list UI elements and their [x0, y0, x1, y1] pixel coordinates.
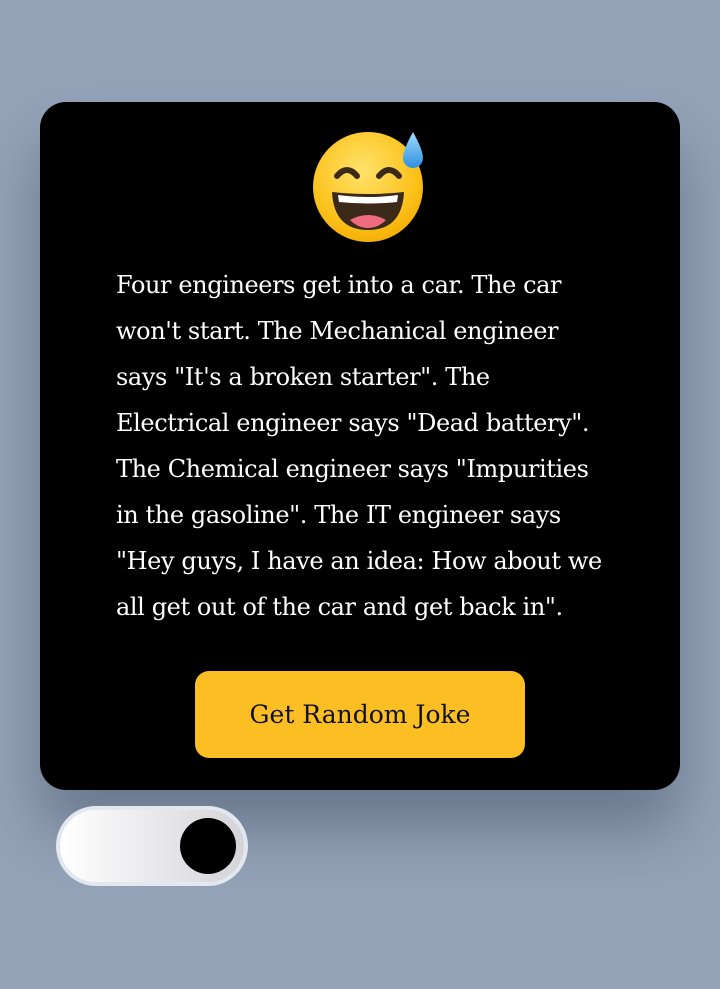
theme-toggle-switch[interactable] — [56, 806, 248, 886]
grinning-face-with-sweat-icon — [313, 132, 423, 242]
joke-card: Four engineers get into a car. The car w… — [40, 102, 680, 790]
page: Four engineers get into a car. The car w… — [0, 0, 720, 989]
joke-text: Four engineers get into a car. The car w… — [116, 271, 602, 621]
get-random-joke-button[interactable]: Get Random Joke — [195, 671, 525, 758]
toggle-knob[interactable] — [180, 818, 236, 874]
